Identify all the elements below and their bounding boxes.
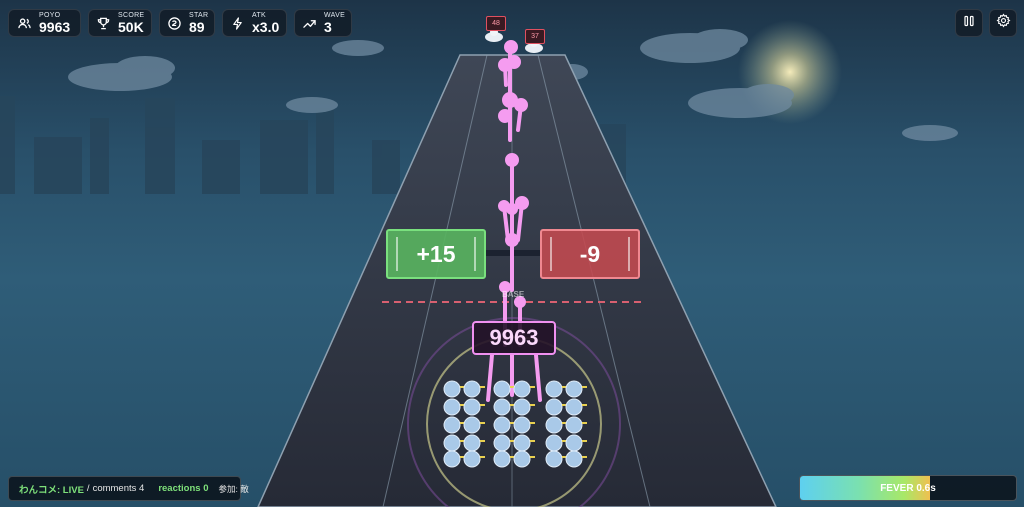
army-unit bbox=[493, 450, 511, 468]
army-unit bbox=[463, 416, 481, 434]
hud-poyo: POYO 9963 bbox=[8, 9, 81, 37]
hud-label: POYO bbox=[39, 12, 61, 19]
army-unit bbox=[463, 450, 481, 468]
unit-spark bbox=[480, 440, 485, 442]
hud-star: STAR 89 bbox=[159, 9, 215, 37]
bolt-icon bbox=[231, 16, 244, 30]
fever-label: FEVER 0.6s bbox=[880, 482, 936, 494]
settings-button[interactable] bbox=[989, 9, 1017, 37]
unit-spark bbox=[582, 404, 587, 406]
army-unit bbox=[565, 398, 583, 416]
hud-score: SCORE 50K bbox=[88, 9, 152, 37]
comments-count: comments 4 bbox=[92, 483, 145, 494]
unit-spark bbox=[480, 422, 485, 424]
gear-icon bbox=[996, 13, 1011, 33]
army-unit bbox=[443, 380, 461, 398]
score-value: 50K bbox=[118, 19, 144, 35]
army-unit bbox=[493, 434, 511, 452]
hud-wave: WAVE 3 bbox=[294, 9, 352, 37]
gate-plus-value: +15 bbox=[416, 240, 456, 267]
unit-spark bbox=[480, 386, 485, 388]
army-unit bbox=[545, 450, 563, 468]
army-unit bbox=[513, 416, 531, 434]
army-unit bbox=[513, 434, 531, 452]
army-unit bbox=[565, 416, 583, 434]
unit-spark bbox=[530, 456, 535, 458]
army-unit bbox=[545, 398, 563, 416]
unit-spark bbox=[530, 440, 535, 442]
army-unit bbox=[443, 416, 461, 434]
poyo-value: 9963 bbox=[39, 19, 71, 35]
hud-label: SCORE bbox=[118, 12, 145, 19]
army-unit bbox=[443, 434, 461, 452]
game-scene bbox=[0, 20, 958, 507]
army-count: 9963 bbox=[472, 321, 556, 355]
army-unit bbox=[545, 380, 563, 398]
wave-value: 3 bbox=[324, 19, 332, 35]
army-unit bbox=[463, 398, 481, 416]
unit-spark bbox=[582, 440, 587, 442]
army-unit bbox=[463, 434, 481, 452]
enemy-hp-tag: 37 bbox=[525, 29, 545, 44]
unit-spark bbox=[480, 456, 485, 458]
live-app-label: わんコメ: LIVE bbox=[19, 484, 84, 496]
unit-spark bbox=[582, 386, 587, 388]
army-unit bbox=[513, 450, 531, 468]
users-icon bbox=[17, 16, 31, 30]
army-unit bbox=[493, 398, 511, 416]
gate-minus: -9 bbox=[540, 229, 640, 279]
pause-button[interactable] bbox=[955, 9, 983, 37]
trophy-icon bbox=[97, 16, 110, 30]
army-unit bbox=[493, 380, 511, 398]
hud-atk: ATK x3.0 bbox=[222, 9, 287, 37]
army-unit bbox=[545, 434, 563, 452]
reactions-count: reactions 0 bbox=[158, 483, 209, 494]
army-unit bbox=[513, 380, 531, 398]
army-unit bbox=[493, 416, 511, 434]
unit-spark bbox=[530, 404, 535, 406]
unit-spark bbox=[582, 422, 587, 424]
unit-spark bbox=[480, 404, 485, 406]
army-unit bbox=[443, 450, 461, 468]
army-unit bbox=[463, 380, 481, 398]
army-unit bbox=[513, 398, 531, 416]
army-unit bbox=[565, 380, 583, 398]
unit-spark bbox=[582, 456, 587, 458]
hud-label: WAVE bbox=[324, 12, 346, 19]
star-coin-icon bbox=[168, 16, 181, 30]
trend-up-icon bbox=[303, 16, 316, 30]
army-unit bbox=[443, 398, 461, 416]
fever-bar: FEVER 0.6s bbox=[799, 475, 1017, 501]
unit-spark bbox=[530, 422, 535, 424]
hud-label: ATK bbox=[252, 12, 266, 19]
star-value: 89 bbox=[189, 19, 205, 35]
separator: / bbox=[86, 483, 90, 494]
army-unit bbox=[565, 434, 583, 452]
atk-value: x3.0 bbox=[252, 19, 280, 35]
base-label: BASE bbox=[502, 290, 525, 299]
gate-plus: +15 bbox=[386, 229, 486, 279]
gate-minus-value: -9 bbox=[579, 240, 601, 267]
live-comments-bar: わんコメ: LIVE / comments 4 reactions 0 参加: … bbox=[8, 476, 249, 501]
army-unit bbox=[545, 416, 563, 434]
hud-label: STAR bbox=[189, 12, 209, 19]
join-label: 参加: 敵 bbox=[218, 483, 249, 494]
unit-spark bbox=[530, 386, 535, 388]
army-unit bbox=[565, 450, 583, 468]
pause-icon bbox=[963, 14, 975, 32]
enemy-hp-tag: 48 bbox=[486, 16, 506, 31]
